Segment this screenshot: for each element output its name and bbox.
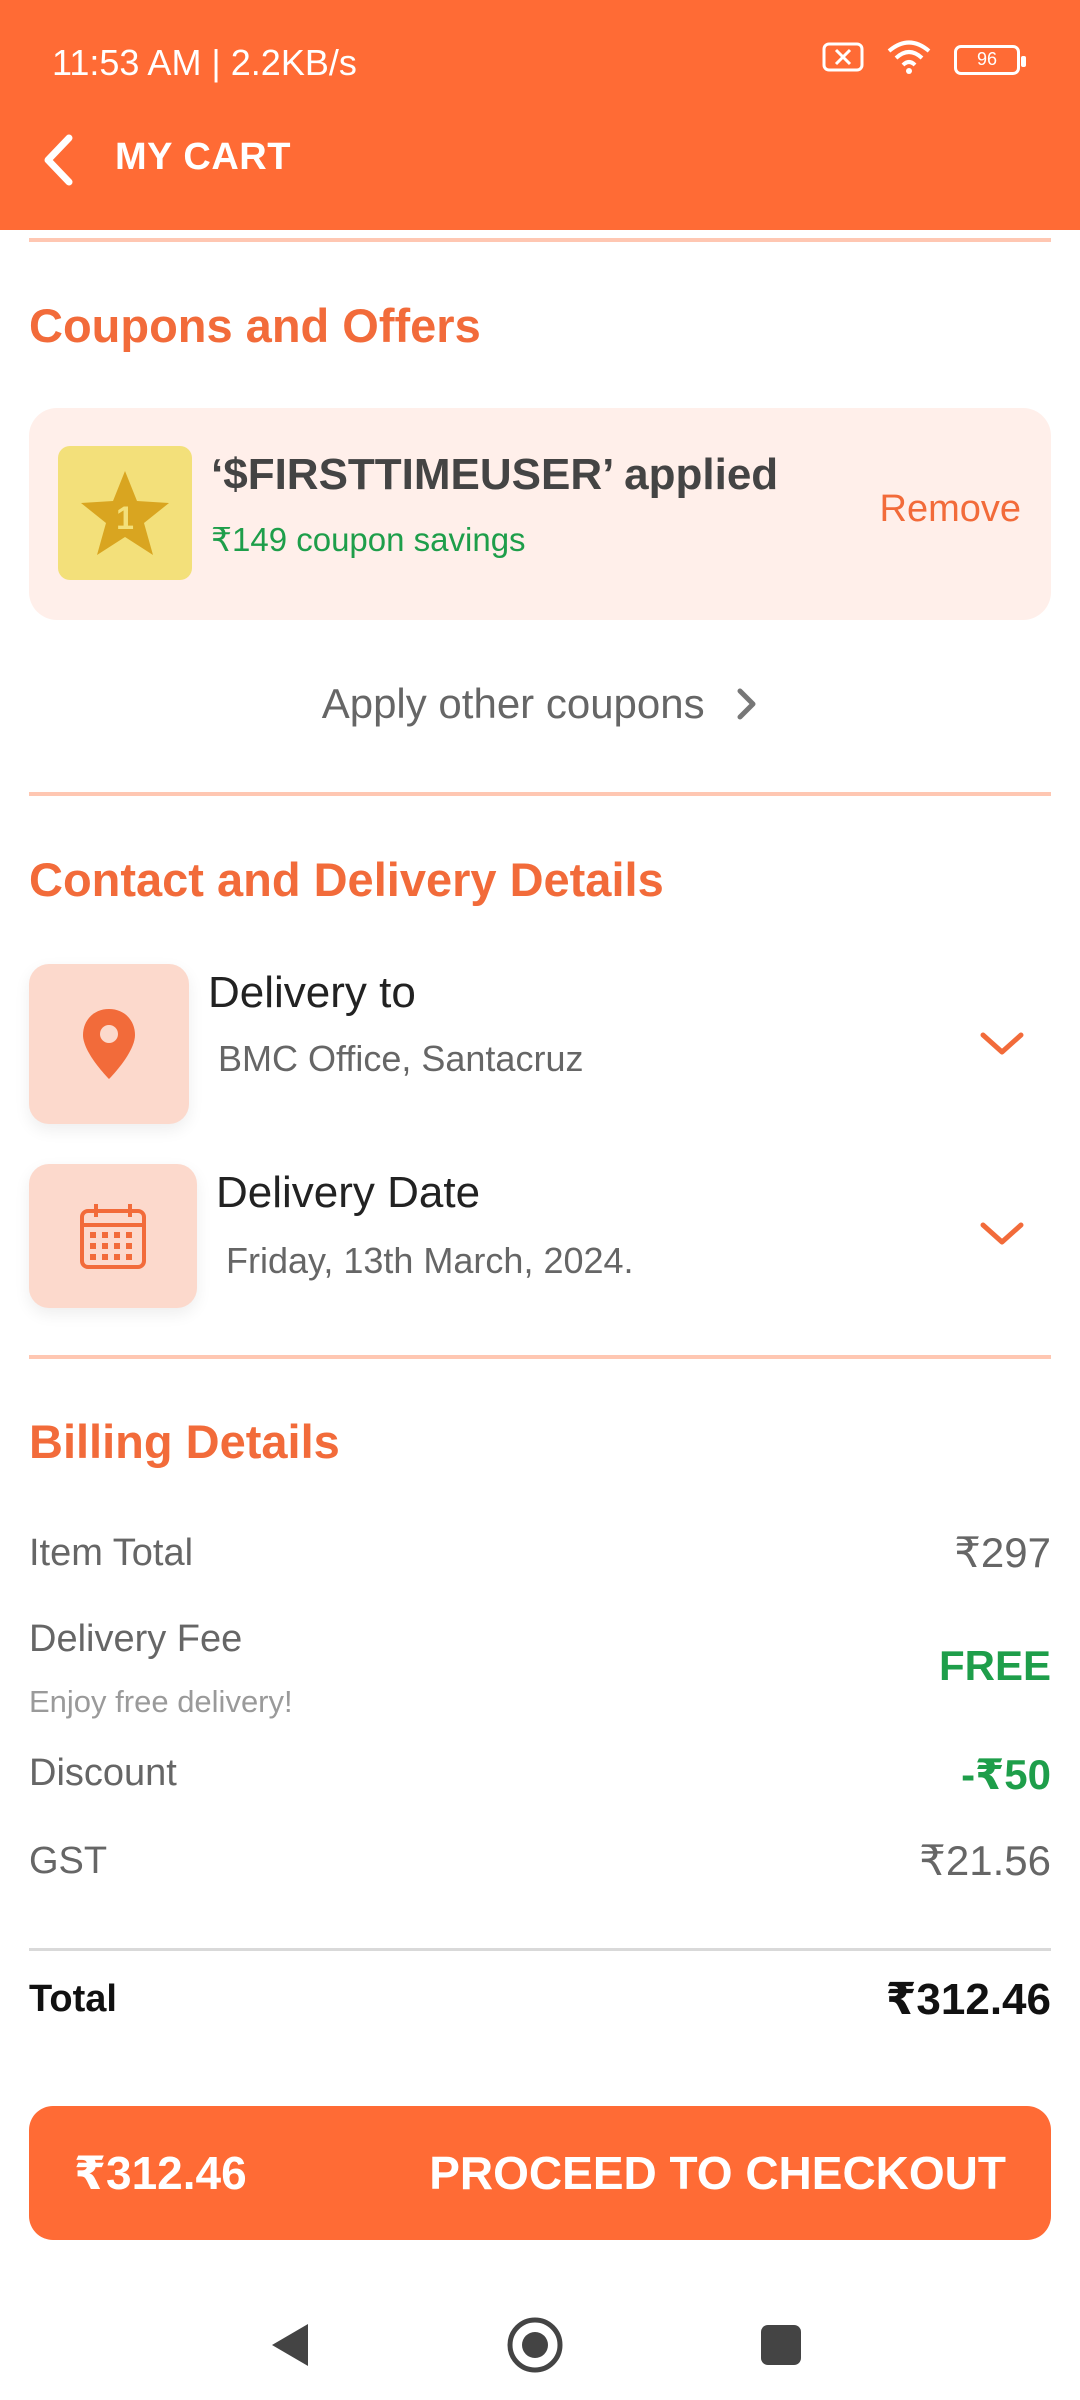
delivery-fee-label: Delivery Fee	[29, 1618, 243, 1660]
section-divider	[29, 1355, 1051, 1359]
cart-page: 11:53 AM | 2.2KB/s 96 MY CART Coupons an…	[0, 0, 1080, 2400]
nav-home-icon	[507, 2317, 563, 2373]
delivery-location-value: BMC Office, Santacruz	[218, 1038, 584, 1079]
star-badge-icon: 1	[58, 446, 192, 580]
calendar-icon	[29, 1164, 197, 1308]
nav-recents-button[interactable]	[746, 2310, 816, 2380]
total-label: Total	[29, 1978, 117, 2020]
billing-section-title: Billing Details	[29, 1415, 340, 1468]
discount-label: Discount	[29, 1752, 177, 1794]
location-pin-icon	[29, 964, 189, 1124]
nav-back-button[interactable]	[255, 2310, 325, 2380]
status-icons: 96	[822, 40, 1026, 79]
status-time: 11:53 AM | 2.2KB/s	[52, 42, 357, 83]
section-divider	[29, 792, 1051, 796]
chevron-down-icon	[980, 1222, 1024, 1245]
sim-off-icon	[822, 42, 864, 77]
system-nav-bar	[0, 2300, 1080, 2400]
apply-other-label: Apply other coupons	[321, 680, 705, 727]
coupon-savings-text: ₹149 coupon savings	[211, 521, 526, 558]
app-header: 11:53 AM | 2.2KB/s 96 MY CART	[0, 0, 1080, 230]
nav-back-icon	[272, 2324, 308, 2366]
gst-value: ₹21.56	[919, 1837, 1051, 1884]
chevron-right-icon	[736, 683, 758, 731]
delivery-fee-note: Enjoy free delivery!	[29, 1684, 293, 1719]
nav-recents-icon	[761, 2325, 801, 2365]
delivery-fee-value: FREE	[938, 1642, 1051, 1689]
total-value: ₹312.46	[885, 1975, 1051, 2024]
item-total-value: ₹297	[954, 1529, 1051, 1576]
gst-label: GST	[29, 1840, 108, 1882]
section-divider	[29, 238, 1051, 242]
apply-other-coupons-link[interactable]: Apply other coupons	[0, 680, 1080, 731]
location-dropdown-toggle[interactable]	[979, 1030, 1025, 1063]
proceed-to-checkout-button[interactable]: ₹312.46 PROCEED TO CHECKOUT	[29, 2106, 1051, 2240]
badge-number: 1	[116, 500, 134, 536]
applied-coupon-card: 1 ‘$FIRSTTIMEUSER’ applied ₹149 coupon s…	[29, 408, 1051, 620]
back-button[interactable]	[28, 128, 88, 192]
page-title: MY CART	[115, 136, 291, 178]
date-dropdown-toggle[interactable]	[979, 1220, 1025, 1253]
checkout-label: PROCEED TO CHECKOUT	[429, 2147, 1006, 2199]
remove-coupon-button[interactable]: Remove	[880, 488, 1022, 531]
delivery-location-title: Delivery to	[208, 968, 416, 1017]
coupons-section-title: Coupons and Offers	[29, 299, 481, 352]
item-total-label: Item Total	[29, 1532, 194, 1574]
wifi-icon	[886, 40, 932, 79]
checkout-price: ₹312.46	[74, 2147, 247, 2199]
discount-value: -₹50	[961, 1751, 1051, 1798]
coupon-applied-text: ‘$FIRSTTIMEUSER’ applied	[211, 450, 779, 499]
battery-level: 96	[976, 49, 998, 69]
battery-icon: 96	[954, 44, 1026, 75]
nav-home-button[interactable]	[500, 2310, 570, 2380]
delivery-section-title: Contact and Delivery Details	[29, 853, 664, 906]
back-arrow-icon	[44, 134, 73, 186]
delivery-date-value: Friday, 13th March, 2024.	[226, 1240, 634, 1281]
chevron-down-icon	[980, 1032, 1024, 1055]
delivery-date-title: Delivery Date	[216, 1168, 481, 1217]
total-divider	[29, 1948, 1051, 1951]
